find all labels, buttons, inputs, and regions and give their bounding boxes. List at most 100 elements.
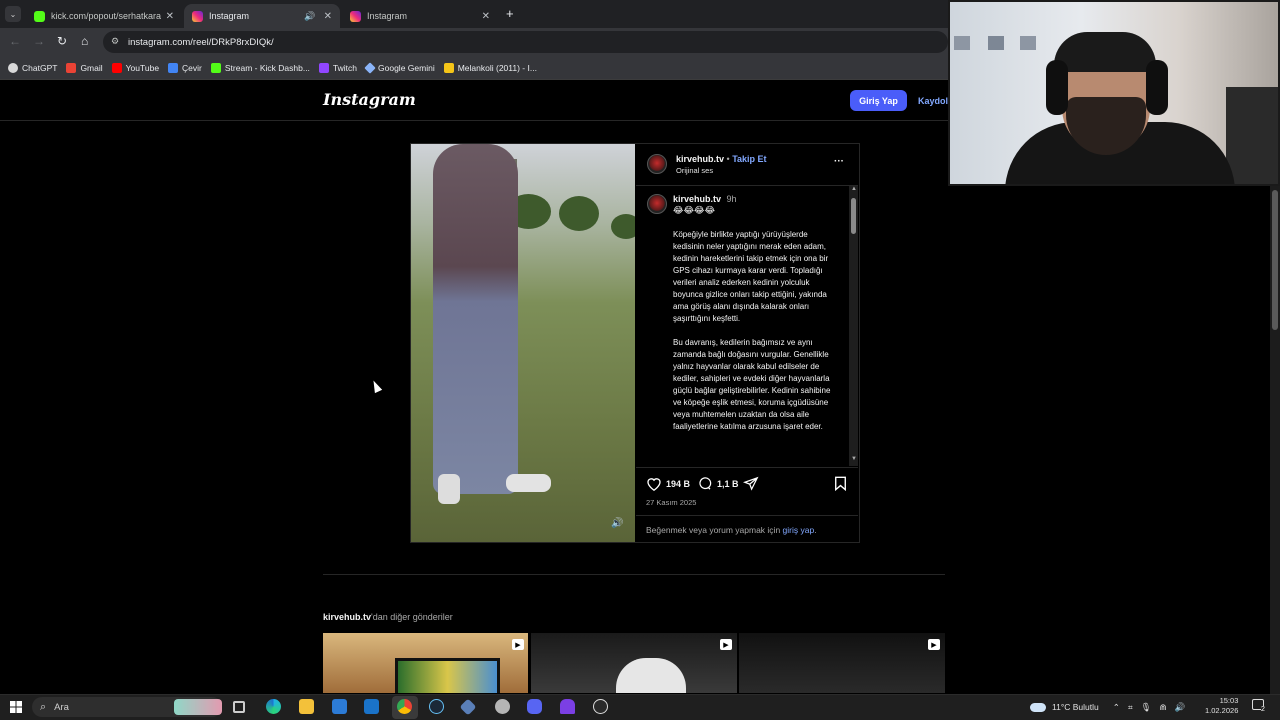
more-options-icon[interactable]: ··· (834, 156, 844, 167)
volume-tray-icon[interactable]: 🔊 (1175, 702, 1186, 713)
site-info-icon[interactable]: ⚙ (111, 36, 119, 47)
avatar[interactable] (647, 154, 667, 174)
avatar[interactable] (647, 194, 667, 214)
page-scrollbar-thumb[interactable] (1272, 190, 1278, 330)
scrollbar-thumb[interactable] (851, 198, 856, 234)
scroll-down-icon[interactable]: ▼ (851, 456, 857, 462)
bookmark-gemini[interactable]: Google Gemini (364, 61, 435, 74)
back-icon[interactable]: ← (9, 34, 21, 48)
bush (559, 196, 599, 231)
translate-icon (168, 62, 179, 73)
like-count: 194 B (666, 479, 691, 489)
bookmark-label: Çevir (182, 62, 202, 73)
start-button-icon[interactable] (10, 701, 22, 713)
section-divider (323, 574, 945, 575)
microphone-icon[interactable]: 🎙 (1141, 702, 1152, 713)
forward-icon[interactable]: → (33, 34, 45, 48)
wifi-icon[interactable]: ⋒ (1159, 702, 1166, 713)
bookmark-label: YouTube (125, 62, 160, 73)
tab-instagram-active[interactable]: Instagram 🔊 ✕ (184, 4, 340, 28)
chevron-up-icon[interactable]: ⌃ (1113, 702, 1120, 713)
steam-icon[interactable] (429, 699, 444, 714)
bookmark-twitch[interactable]: Twitch (318, 62, 357, 73)
tab-title: Instagram (367, 11, 408, 21)
gmail-icon (66, 62, 77, 73)
share-icon[interactable] (743, 476, 759, 491)
cap (1054, 32, 1156, 72)
close-icon[interactable]: ✕ (166, 11, 174, 22)
bookmark-icon[interactable] (834, 476, 847, 491)
reel-video[interactable] (411, 144, 635, 542)
twitch-icon (318, 62, 329, 73)
store-icon[interactable] (332, 699, 347, 714)
address-bar[interactable]: ⚙ instagram.com/reel/DRkP8rxDIQk/ (103, 31, 948, 53)
post-thumbnail[interactable]: ▶ (531, 633, 737, 693)
imdb-icon (443, 62, 454, 73)
login-button[interactable]: Giriş Yap (850, 90, 907, 111)
login-prompt-end: . (814, 525, 817, 535)
clock[interactable]: 15:03 1.02.2026 (1205, 696, 1238, 716)
follow-button[interactable]: Takip Et (732, 154, 766, 164)
bookmark-label: Gmail (80, 62, 103, 73)
bookmark-imdb[interactable]: Melankoli (2011) - I... (443, 62, 537, 73)
weather-text[interactable]: 11°C Bulutlu (1052, 702, 1099, 712)
chrome-icon[interactable] (397, 699, 412, 714)
post-date: 27 Kasım 2025 (646, 498, 697, 507)
reload-icon[interactable]: ↻ (57, 34, 67, 48)
bookmark-gmail[interactable]: Gmail (66, 62, 103, 73)
like-heart-icon[interactable] (646, 476, 662, 491)
instagram-logo[interactable]: Instagram (323, 90, 416, 109)
speaker-icon[interactable]: 🔊 (304, 11, 315, 22)
clock-time: 15:03 (1219, 696, 1239, 705)
shoe (506, 474, 551, 492)
instagram-favicon-icon (350, 10, 361, 22)
signup-link[interactable]: Kaydol (918, 96, 948, 106)
bookmark-label: Google Gemini (378, 62, 435, 73)
taskbar-search[interactable]: ⌕ Ara (32, 697, 222, 717)
network-icon[interactable]: ⌗ (1128, 702, 1133, 713)
divider (636, 515, 858, 516)
audio-label[interactable]: Orijinal ses (676, 166, 713, 175)
close-icon[interactable]: ✕ (482, 11, 490, 22)
login-prompt: Beğenmek veya yorum yapmak için giriş ya… (646, 525, 817, 535)
bookmark-label: Stream - Kick Dashb... (224, 62, 310, 73)
app-icon[interactable] (495, 699, 510, 714)
bookmark-label: ChatGPT (22, 62, 58, 73)
login-link[interactable]: giriş yap (783, 525, 815, 535)
bookmark-youtube[interactable]: YouTube (111, 62, 160, 73)
close-icon[interactable]: ✕ (324, 11, 332, 22)
weather-cloud-icon[interactable] (1030, 702, 1046, 712)
new-tab-button[interactable]: + (506, 6, 514, 21)
caption-paragraph: Bu davranış, kedilerin bağımsız ve aynı … (673, 338, 831, 431)
discord-icon[interactable] (527, 699, 542, 714)
tab-kick[interactable]: kick.com/popout/serhatkarahan ✕ (26, 4, 182, 28)
bookmark-translate[interactable]: Çevir (168, 62, 202, 73)
more-posts-user[interactable]: kirvehub.tv (323, 612, 371, 622)
obs-icon[interactable] (593, 699, 608, 714)
bookmark-kick-dashboard[interactable]: Stream - Kick Dashb... (210, 62, 310, 73)
bookmark-chatgpt[interactable]: ChatGPT (8, 62, 58, 73)
post-thumbnail[interactable]: ▶ (323, 633, 528, 693)
username[interactable]: kirvehub.tv (673, 194, 721, 204)
search-highlight-icon (174, 699, 222, 715)
edge-icon[interactable] (266, 699, 281, 714)
divider (636, 185, 858, 186)
tab-search-button[interactable]: ⌄ (5, 6, 21, 22)
comment-count: 1,1 B (717, 479, 739, 489)
gemini-icon (364, 61, 376, 74)
post-caption: Köpeğiyle birlikte yaptığı yürüyüşlerde … (673, 229, 841, 465)
clock-date: 1.02.2026 (1205, 706, 1239, 715)
url-text: instagram.com/reel/DRkP8rxDIQk/ (128, 36, 274, 48)
username[interactable]: kirvehub.tv (676, 154, 724, 164)
file-explorer-icon[interactable] (299, 699, 314, 714)
post-thumbnail[interactable]: ▶ (739, 633, 945, 693)
comment-icon[interactable] (697, 476, 713, 491)
volume-icon[interactable]: 🔊 (611, 518, 623, 529)
app-icon[interactable] (560, 699, 575, 714)
home-icon[interactable]: ⌂ (81, 34, 88, 48)
task-view-icon[interactable] (233, 701, 245, 713)
scroll-up-icon[interactable]: ▲ (851, 186, 857, 192)
bush (611, 214, 635, 239)
tab-instagram[interactable]: Instagram ✕ (342, 4, 498, 28)
outlook-icon[interactable] (364, 699, 379, 714)
